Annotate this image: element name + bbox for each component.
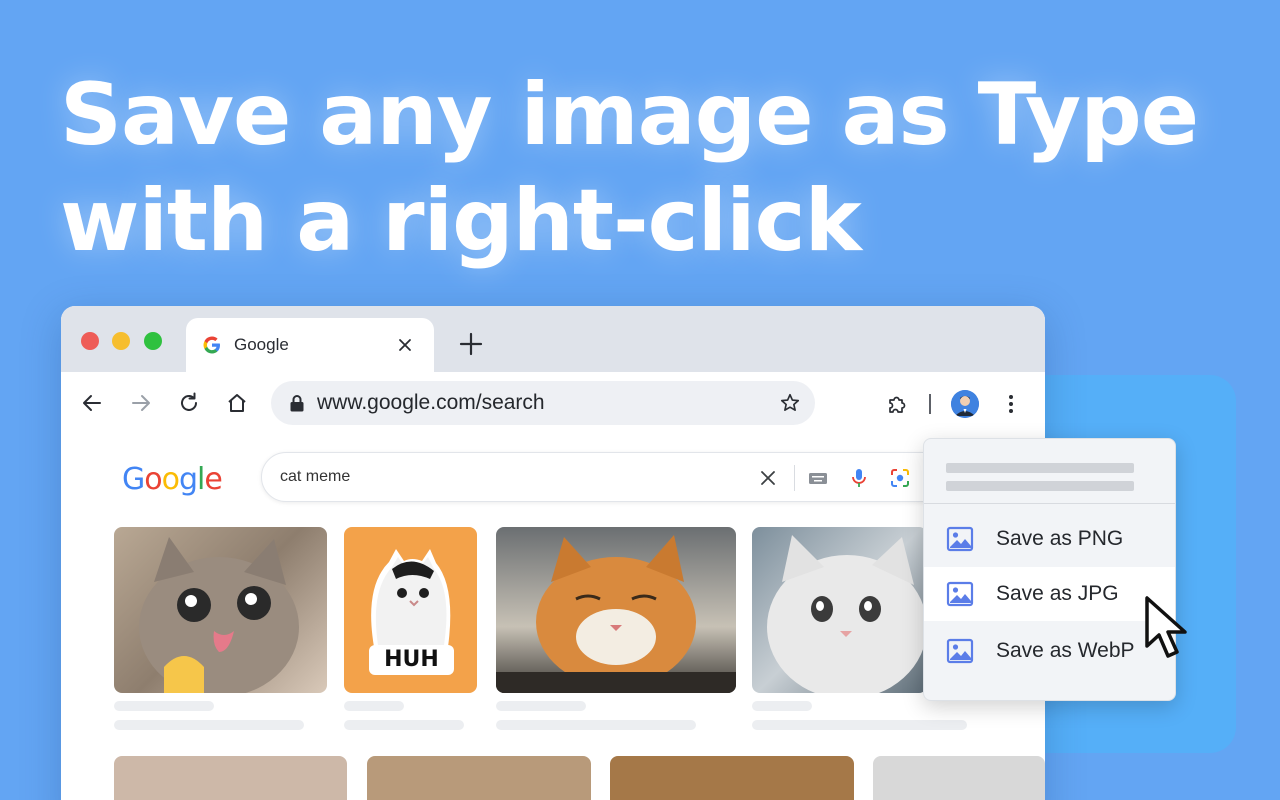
result-caption <box>114 701 214 711</box>
result-caption <box>496 701 586 711</box>
logo-letter: o <box>161 462 180 497</box>
search-divider <box>794 465 795 491</box>
profile-avatar[interactable] <box>951 390 979 418</box>
lens-camera-icon[interactable] <box>889 467 911 489</box>
cat-thumb-8[interactable] <box>873 756 1045 800</box>
reload-icon[interactable] <box>176 390 202 416</box>
tab-bar: Google <box>61 306 1045 372</box>
mouse-cursor-icon <box>1145 596 1187 658</box>
home-icon[interactable] <box>224 390 250 416</box>
google-favicon-icon <box>203 336 220 354</box>
cat-thumb-4[interactable] <box>752 527 927 693</box>
result-caption <box>114 720 304 730</box>
save-as-jpg-menu-item[interactable]: Save as JPG <box>924 567 1175 621</box>
save-as-webp-menu-item[interactable]: Save as WebP <box>924 624 1175 678</box>
menu-placeholder-line <box>946 481 1134 491</box>
menu-item-label: Save as JPG <box>996 582 1119 605</box>
star-icon[interactable] <box>779 392 801 414</box>
logo-letter: e <box>204 462 222 497</box>
cat-thumb-3[interactable] <box>496 527 736 693</box>
toolbar-divider <box>929 394 931 414</box>
close-window-button[interactable] <box>81 332 99 350</box>
cat-image-3 <box>496 535 736 693</box>
logo-letter: g <box>178 462 198 497</box>
headline-line-2: with a right-click <box>60 171 862 271</box>
result-caption <box>752 701 812 711</box>
url-text: www.google.com/search <box>317 391 545 414</box>
menu-separator <box>924 503 1175 504</box>
cat-thumb-6[interactable] <box>367 756 591 800</box>
context-menu: Save as PNG Save as JPG Save as WebP <box>923 438 1176 701</box>
search-query: cat meme <box>280 468 351 485</box>
lock-icon <box>290 395 304 412</box>
google-logo[interactable]: Google <box>122 462 223 497</box>
new-tab-plus-icon[interactable] <box>457 330 485 358</box>
logo-letter: o <box>144 462 162 497</box>
headline: Save any image as Type with a right-clic… <box>60 62 1240 274</box>
result-caption <box>752 720 967 730</box>
address-bar[interactable]: www.google.com/search <box>271 381 815 425</box>
cat-thumb-2[interactable]: HUH <box>344 527 477 693</box>
extensions-puzzle-icon[interactable] <box>883 390 911 418</box>
tab-title: Google <box>234 335 289 354</box>
minimize-window-button[interactable] <box>112 332 130 350</box>
save-as-png-menu-item[interactable]: Save as PNG <box>924 512 1175 566</box>
cat-thumb-5[interactable] <box>114 756 347 800</box>
cat-image-4 <box>767 535 927 693</box>
image-icon <box>946 526 974 552</box>
clear-search-icon[interactable] <box>757 467 779 489</box>
headline-line-1: Save any image as Type <box>60 65 1199 165</box>
avatar <box>951 390 979 418</box>
image-icon <box>946 581 974 607</box>
forward-arrow-icon[interactable] <box>128 390 154 416</box>
cat-thumb-1[interactable] <box>114 527 327 693</box>
result-caption <box>344 701 404 711</box>
microphone-icon[interactable] <box>848 467 870 489</box>
menu-placeholder-line <box>946 463 1134 473</box>
maximize-window-button[interactable] <box>144 332 162 350</box>
tab-google[interactable]: Google <box>186 318 434 372</box>
sticker-text: HUH <box>384 647 439 672</box>
logo-letter: G <box>122 462 145 497</box>
browser-window: Google www.google.com/search Google cat … <box>61 306 1045 800</box>
cat-thumb-7[interactable] <box>610 756 854 800</box>
image-icon <box>946 638 974 664</box>
menu-item-label: Save as WebP <box>996 639 1135 662</box>
cat-image-1 <box>139 537 299 693</box>
back-arrow-icon[interactable] <box>79 390 105 416</box>
tab-close-icon[interactable] <box>390 330 420 360</box>
kebab-menu-icon[interactable] <box>1001 390 1021 418</box>
result-caption <box>496 720 696 730</box>
menu-item-label: Save as PNG <box>996 527 1124 550</box>
result-caption <box>344 720 464 730</box>
toolbar: www.google.com/search <box>61 372 1045 436</box>
search-input[interactable]: cat meme <box>261 452 1021 502</box>
keyboard-icon[interactable] <box>807 467 829 489</box>
